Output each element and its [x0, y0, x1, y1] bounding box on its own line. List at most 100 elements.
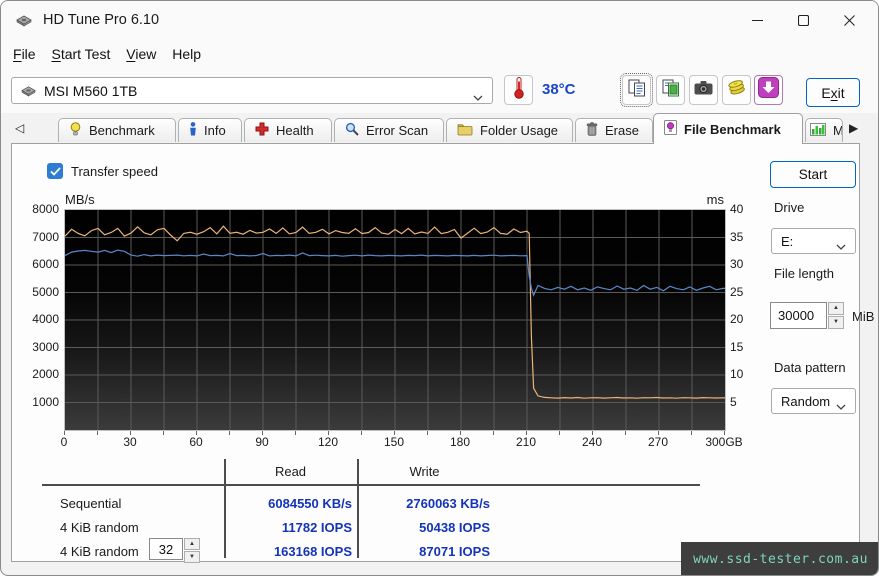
file-length-value: 30000	[778, 308, 814, 323]
queue-depth-spinner: ▲ ▼	[184, 538, 200, 563]
tab-folder-usage[interactable]: Folder Usage	[446, 118, 573, 142]
app-disk-icon	[15, 14, 33, 27]
temperature-value: 38°C	[542, 81, 576, 98]
spinner-down-icon[interactable]: ▼	[184, 551, 200, 563]
sequential-read-value: 6084550 KB/s	[224, 496, 352, 511]
x-axis-tick-mark	[130, 431, 131, 435]
drive-selector-combobox[interactable]: MSI M560 1TB	[11, 77, 493, 104]
axis-tick-label: 240	[567, 435, 617, 449]
file-length-unit: MiB	[852, 309, 874, 324]
random-write-value: 50438 IOPS	[357, 520, 490, 535]
save-results-button[interactable]	[754, 75, 783, 105]
copy-text-button[interactable]	[622, 75, 651, 105]
tab-label: M...	[833, 123, 843, 138]
table-divider-horizontal	[42, 484, 700, 486]
sequential-write-value: 2760063 KB/s	[357, 496, 490, 511]
tab-file-benchmark[interactable]: File Benchmark	[653, 113, 803, 144]
bar-chart-icon	[810, 123, 826, 139]
tab-erase[interactable]: Erase	[575, 118, 653, 142]
x-axis-tick-mark	[196, 431, 197, 435]
x-axis-tick-mark	[691, 431, 692, 435]
x-axis-tick-mark	[163, 431, 164, 435]
x-axis-tick-mark	[361, 431, 362, 435]
tab-strip: ◁ Benchmark Info Health Error Scan Folde…	[1, 113, 878, 144]
axis-tick-label: 120	[303, 435, 353, 449]
trash-icon	[586, 122, 598, 139]
axis-tick-label: 35	[730, 230, 743, 244]
x-axis-tick-mark	[493, 431, 494, 435]
tab-error-scan[interactable]: Error Scan	[334, 118, 444, 142]
spinner-up-icon[interactable]: ▲	[184, 538, 200, 550]
tab-benchmark[interactable]: Benchmark	[58, 118, 176, 142]
copy-text-icon	[628, 79, 646, 102]
file-length-input[interactable]: 30000	[770, 302, 827, 329]
transfer-speed-label: Transfer speed	[71, 164, 158, 179]
close-button[interactable]	[826, 1, 872, 39]
info-icon	[189, 122, 197, 139]
tab-label: Folder Usage	[480, 123, 558, 138]
save-download-icon	[758, 77, 779, 103]
file-benchmark-panel: Transfer speed MB/s ms 80007000600050004…	[11, 143, 860, 562]
axis-tick-label: 150	[369, 435, 419, 449]
folder-icon	[457, 123, 473, 139]
x-axis-tick-mark	[262, 431, 263, 435]
axis-tick-label: 270	[633, 435, 683, 449]
row-label-4kib-random: 4 KiB random	[60, 520, 139, 535]
lightbulb-icon	[69, 122, 82, 139]
axis-tick-label: 3000	[12, 340, 59, 354]
copy-image-icon	[662, 79, 680, 102]
copy-image-button[interactable]	[656, 75, 685, 105]
window-title: HD Tune Pro 6.10	[43, 12, 159, 28]
y-left-axis-unit: MB/s	[65, 192, 95, 207]
tab-label: Health	[276, 123, 314, 138]
chevron-left-icon[interactable]: ◁	[15, 121, 24, 135]
random-qd-write-value: 87071 IOPS	[357, 544, 490, 559]
file-benchmark-icon	[664, 120, 677, 138]
minimize-button[interactable]	[734, 1, 780, 39]
axis-tick-label: 30	[730, 257, 743, 271]
axis-tick-label: 30	[105, 435, 155, 449]
x-axis-tick-mark	[97, 431, 98, 435]
toolbar: MSI M560 1TB 38°C	[1, 67, 878, 113]
menu-start-test[interactable]: Start Test	[45, 44, 116, 64]
axis-tick-label: 10	[730, 367, 743, 381]
drive-dropdown[interactable]: E:	[771, 228, 856, 254]
disk-stack-button[interactable]	[722, 75, 751, 105]
axis-tick-label: 7000	[12, 230, 59, 244]
tab-label: Info	[204, 123, 226, 138]
x-axis-tick-mark	[625, 431, 626, 435]
exit-button[interactable]: Exit	[806, 78, 860, 107]
x-axis-tick-mark	[64, 431, 65, 435]
axis-tick-label: 40	[730, 202, 743, 216]
menu-view[interactable]: View	[120, 44, 162, 64]
tab-label: Benchmark	[89, 123, 155, 138]
x-axis-tick-mark	[394, 431, 395, 435]
maximize-button[interactable]	[780, 1, 826, 39]
queue-depth-input[interactable]: 32	[149, 538, 183, 560]
start-button[interactable]: Start	[770, 161, 856, 188]
data-pattern-dropdown[interactable]: Random	[771, 388, 856, 414]
file-length-spinner: ▲ ▼	[828, 302, 844, 329]
row-label-4kib-random-qd: 4 KiB random	[60, 544, 139, 559]
menu-help[interactable]: Help	[166, 44, 207, 64]
axis-tick-label: 25	[730, 285, 743, 299]
axis-tick-label: 4000	[12, 312, 59, 326]
transfer-speed-checkbox[interactable]	[47, 163, 63, 179]
spinner-up-icon[interactable]: ▲	[828, 302, 844, 315]
screenshot-button[interactable]	[689, 75, 718, 105]
axis-tick-label: 90	[237, 435, 287, 449]
x-axis-tick-mark	[592, 431, 593, 435]
axis-tick-label: 5	[730, 395, 737, 409]
chevron-right-icon[interactable]: ▶	[849, 121, 858, 135]
tab-info[interactable]: Info	[178, 118, 242, 142]
random-qd-read-value: 163168 IOPS	[224, 544, 352, 559]
y-right-axis-unit: ms	[644, 192, 724, 207]
temperature-button[interactable]	[504, 75, 533, 105]
tab-more[interactable]: M...	[805, 118, 843, 142]
spinner-down-icon[interactable]: ▼	[828, 316, 844, 329]
chevron-down-icon	[473, 88, 483, 104]
x-axis-tick-mark	[724, 431, 725, 435]
x-axis-tick-mark	[328, 431, 329, 435]
tab-health[interactable]: Health	[244, 118, 332, 142]
menu-file[interactable]: File	[7, 44, 42, 64]
